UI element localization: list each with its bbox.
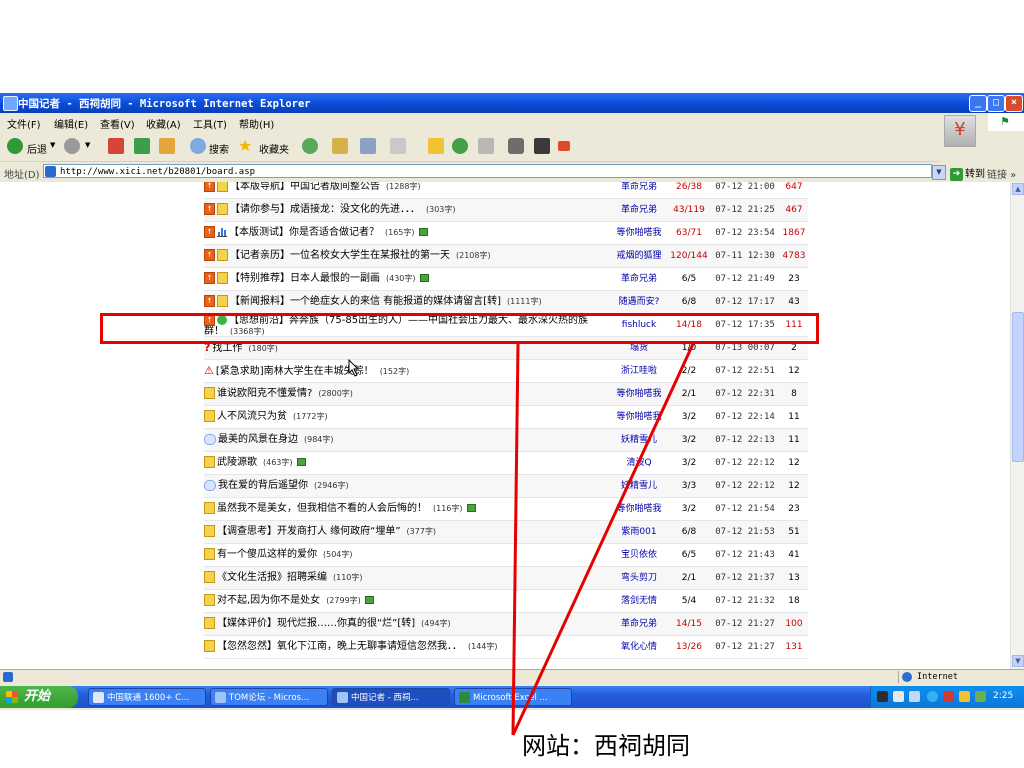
pointer-line-right — [511, 343, 695, 736]
caption: 网站：西祠胡同 — [522, 732, 690, 760]
mouse-cursor-icon — [348, 359, 360, 377]
pointer-line-left — [511, 343, 520, 736]
pointer-lines — [511, 343, 695, 736]
